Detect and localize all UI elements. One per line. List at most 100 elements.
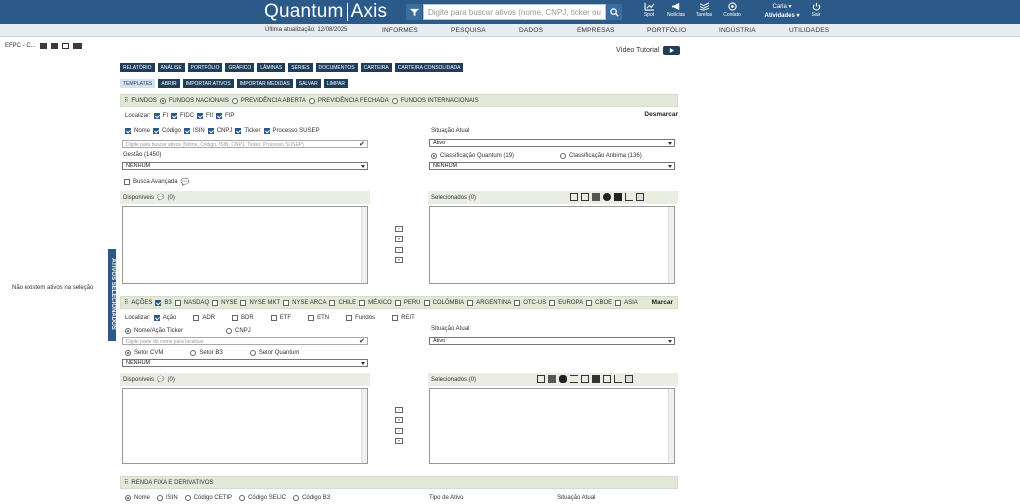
chk-market-chile[interactable]	[329, 299, 336, 306]
marcar-button[interactable]: Marcar	[652, 299, 673, 306]
nav-industria[interactable]: INDÚSTRIA	[719, 27, 756, 34]
chat-icon[interactable]: 💬	[181, 178, 190, 186]
tab-documentos[interactable]: DOCUMENTOS	[315, 63, 358, 72]
chk-market-europa[interactable]	[549, 299, 556, 306]
chk-market-nyse-mkt[interactable]	[240, 299, 247, 306]
subtab-templates[interactable]: TEMPLATES	[120, 79, 156, 88]
radio-setor-b3[interactable]	[190, 350, 197, 356]
tab-series[interactable]: SÉRIES	[288, 63, 313, 72]
radio-setor-cvm[interactable]	[125, 350, 131, 356]
move-all-right-button[interactable]: »	[395, 417, 403, 423]
chk-cnpj[interactable]	[207, 128, 214, 134]
radio-nome-ticker[interactable]	[125, 328, 131, 334]
move-all-right-button[interactable]: »	[395, 236, 403, 242]
radio-setor-quantum[interactable]	[249, 350, 256, 356]
layers-icon[interactable]	[625, 375, 633, 383]
acoes-disponiveis-list[interactable]	[122, 388, 368, 464]
tab-relatorio[interactable]: RELATÓRIO	[120, 63, 155, 72]
chk-codigo[interactable]	[153, 128, 160, 134]
subtab-limpar[interactable]: LIMPAR	[323, 79, 349, 88]
setor-select[interactable]: NENHUM	[122, 359, 368, 367]
chk-nome[interactable]	[125, 128, 131, 134]
radio-classif-quantum[interactable]	[431, 153, 437, 159]
list-icon[interactable]	[570, 375, 578, 383]
acoes-search-input[interactable]: Digite parte do nome para localizar	[122, 337, 368, 345]
chk-fidc[interactable]	[171, 113, 178, 119]
nav-pesquisa[interactable]: PESQUISA	[451, 27, 486, 34]
nav-informes[interactable]: INFORMES	[382, 27, 418, 34]
nav-dados[interactable]: DADOS	[519, 27, 543, 34]
save-icon[interactable]	[39, 43, 47, 49]
document-list-icon[interactable]	[581, 193, 589, 201]
drag-handle-icon[interactable]: ⠿	[124, 299, 128, 306]
radio-cnpj[interactable]	[226, 328, 233, 334]
radio-previdencia-fechada[interactable]	[308, 97, 315, 104]
contact-button[interactable]: Contato	[720, 2, 744, 22]
chk-reit[interactable]	[392, 315, 399, 321]
filter-button[interactable]	[406, 4, 422, 20]
move-left-button[interactable]: ‹	[395, 428, 403, 434]
move-all-left-button[interactable]: «	[395, 438, 403, 444]
document-icon[interactable]	[570, 193, 578, 201]
gestao-select[interactable]: NENHUM	[122, 162, 368, 170]
chk-market-asia[interactable]	[615, 299, 622, 306]
chk-acao[interactable]	[153, 315, 160, 321]
stack-icon[interactable]	[548, 375, 556, 383]
hierarchy-icon[interactable]	[592, 375, 600, 383]
desmarcar-button[interactable]: Desmarcar	[644, 111, 678, 118]
logout-button[interactable]: Sair	[804, 2, 828, 22]
moneybag-icon[interactable]	[603, 193, 611, 201]
stack-icon[interactable]	[592, 193, 600, 201]
tab-laminas[interactable]: LÂMINAS	[257, 63, 286, 72]
move-right-button[interactable]: ›	[395, 226, 403, 232]
move-all-left-button[interactable]: «	[395, 257, 403, 263]
info-icon[interactable]: 💬	[157, 376, 164, 383]
radio-rf-selic[interactable]	[239, 495, 246, 501]
chk-market-colombia[interactable]	[423, 299, 430, 306]
subtab-importar-medidas[interactable]: IMPORTAR MEDIDAS	[236, 79, 293, 88]
move-left-button[interactable]: ‹	[395, 247, 403, 253]
folder-icon[interactable]	[72, 43, 82, 49]
chk-etf[interactable]	[270, 315, 277, 321]
drag-handle-icon[interactable]: ⠿	[124, 479, 128, 486]
people-icon[interactable]	[559, 375, 567, 383]
chk-adr[interactable]	[193, 315, 200, 321]
chk-market-nyse-arca[interactable]	[283, 299, 290, 306]
tab-portfolio[interactable]: PORTFÓLIO	[187, 63, 223, 72]
move-right-button[interactable]: ›	[395, 407, 403, 413]
radio-rf-b3[interactable]	[293, 495, 300, 501]
video-tutorial[interactable]: Vídeo Tutorial	[616, 46, 681, 55]
radio-classif-anbima[interactable]	[560, 153, 567, 159]
tab-analise[interactable]: ANÁLISE	[157, 63, 185, 72]
fundos-search-input[interactable]: Digite para buscar ativos (Nome, Código,…	[122, 140, 368, 148]
chk-fi[interactable]	[153, 113, 160, 119]
radio-rf-cetip[interactable]	[184, 495, 191, 501]
subtab-importar-ativos[interactable]: IMPORTAR ATIVOS	[182, 79, 234, 88]
search-button[interactable]	[606, 4, 622, 20]
chk-fip[interactable]	[216, 113, 223, 119]
radio-fundos-internacionais[interactable]	[391, 97, 398, 104]
logo[interactable]: Quantum Axis	[264, 1, 387, 23]
fundos-selecionados-list[interactable]	[429, 206, 675, 284]
drag-handle-icon[interactable]: ⠿	[124, 97, 128, 104]
fundos-situacao-select[interactable]: Ativo	[429, 139, 675, 147]
chk-market-cboe[interactable]	[586, 299, 593, 306]
table-icon[interactable]	[581, 375, 589, 383]
tab-carteira-consolidada[interactable]: CARTEIRA CONSOLIDADA	[394, 63, 464, 72]
subtab-salvar[interactable]: SALVAR	[295, 79, 321, 88]
chk-market-b3[interactable]	[155, 299, 162, 306]
classificacao-select[interactable]: NENHUM	[429, 162, 675, 170]
tab-carteira[interactable]: CARTEIRA	[360, 63, 392, 72]
radio-rf-nome[interactable]	[125, 495, 131, 501]
chk-market-argentina[interactable]	[467, 299, 474, 306]
chk-isin[interactable]	[184, 128, 191, 134]
document-icon[interactable]	[537, 375, 545, 383]
chk-ticker[interactable]	[235, 128, 242, 134]
chk-market-nasdaq[interactable]	[174, 299, 181, 306]
tasks-button[interactable]: Tarefas	[692, 2, 716, 22]
play-icon[interactable]	[663, 46, 681, 55]
gallery-icon[interactable]	[603, 375, 611, 383]
chk-bdr[interactable]	[232, 315, 239, 321]
chk-market-mexico[interactable]	[359, 299, 366, 306]
user-menu[interactable]: Carla ▾ Atividades ▾	[762, 3, 802, 21]
